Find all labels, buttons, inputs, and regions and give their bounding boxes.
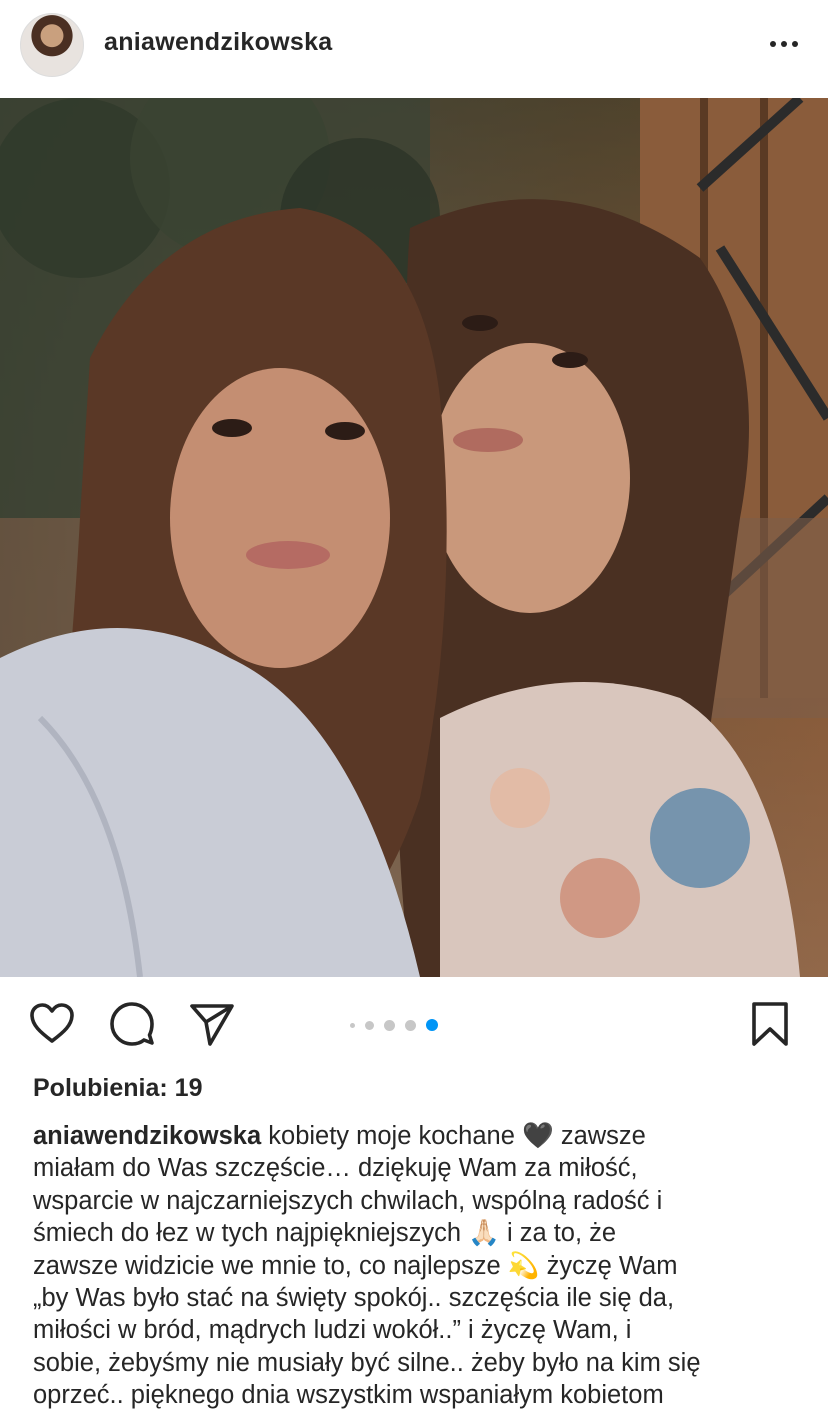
more-dot bbox=[781, 41, 787, 47]
more-dot bbox=[770, 41, 776, 47]
caption-line: „by Was było stać na święty spokój.. szc… bbox=[33, 1284, 675, 1313]
carousel-dot bbox=[365, 1020, 374, 1030]
post-caption: aniawendzikowska kobiety moje kochane 🖤 … bbox=[33, 1120, 803, 1412]
send-icon[interactable] bbox=[188, 1000, 236, 1048]
carousel-dot bbox=[405, 1019, 416, 1031]
post-username[interactable]: aniawendzikowska bbox=[104, 28, 333, 57]
comment-icon[interactable] bbox=[108, 1000, 156, 1048]
caption-line: sobie, żebyśmy nie musiały być silne.. ż… bbox=[33, 1348, 701, 1377]
profile-avatar[interactable] bbox=[20, 13, 84, 77]
carousel-dot bbox=[384, 1019, 395, 1031]
carousel-dot-active bbox=[426, 1019, 438, 1031]
heart-icon[interactable] bbox=[28, 1000, 76, 1048]
caption-line: miałam do Was szczęście… dziękuję Wam za… bbox=[33, 1154, 638, 1183]
caption-line: oprzeć.. pięknego dnia wszystkim wspania… bbox=[33, 1381, 664, 1410]
post-photo[interactable] bbox=[0, 98, 828, 977]
carousel-dot bbox=[350, 1022, 355, 1028]
photo-illustration bbox=[0, 98, 828, 977]
caption-line: aniawendzikowska kobiety moje kochane 🖤 … bbox=[33, 1120, 803, 1152]
caption-line: zawsze widzicie we mnie to, co najlepsze… bbox=[33, 1251, 678, 1280]
caption-text: kobiety moje kochane 🖤 zawsze bbox=[261, 1122, 646, 1150]
more-horizontal-icon[interactable] bbox=[760, 24, 808, 64]
likes-count[interactable]: Polubienia: 19 bbox=[33, 1074, 202, 1103]
bookmark-icon[interactable] bbox=[746, 1000, 794, 1048]
caption-username[interactable]: aniawendzikowska bbox=[33, 1122, 261, 1150]
post-header: aniawendzikowska bbox=[0, 0, 828, 96]
caption-line: miłości w bród, mądrych ludzi wokół..” i… bbox=[33, 1316, 632, 1345]
more-dot bbox=[792, 41, 798, 47]
carousel-indicator bbox=[350, 1019, 438, 1031]
caption-line: wsparcie w najczarniejszych chwilach, ws… bbox=[33, 1186, 663, 1215]
caption-line: śmiech do łez w tych najpiękniejszych 🙏🏻… bbox=[33, 1219, 617, 1248]
